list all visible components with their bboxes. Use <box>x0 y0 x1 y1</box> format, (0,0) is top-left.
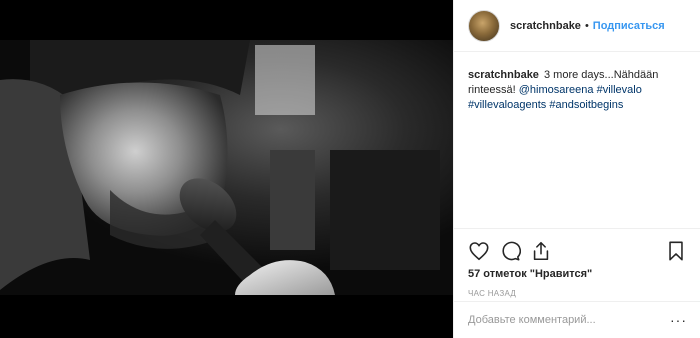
post-timestamp[interactable]: час назад <box>468 289 687 298</box>
post-media[interactable] <box>0 0 453 338</box>
heart-icon[interactable] <box>468 240 490 262</box>
username-link[interactable]: scratchnbake <box>510 20 581 32</box>
post-photo <box>0 0 453 338</box>
separator-dot: • <box>584 19 589 32</box>
action-icons <box>468 236 687 266</box>
caption-hashtag[interactable]: #andsoitbegins <box>549 99 623 111</box>
caption-username[interactable]: scratchnbake <box>468 69 539 81</box>
instagram-post: scratchnbake • Подписаться scratchnbake … <box>0 0 700 338</box>
post-actions: 57 отметок "Нравится" час назад <box>454 228 700 298</box>
caption-hashtag[interactable]: #villevaloagents <box>468 99 546 111</box>
more-options-icon[interactable]: ··· <box>670 313 687 327</box>
comment-icon[interactable] <box>499 240 521 262</box>
likes-count[interactable]: 57 отметок "Нравится" <box>468 268 687 280</box>
comment-bar: ··· <box>454 301 700 338</box>
caption-mention[interactable]: @himosareena <box>519 84 594 96</box>
bookmark-icon[interactable] <box>665 240 687 262</box>
share-icon[interactable] <box>530 240 552 262</box>
avatar[interactable] <box>468 9 500 42</box>
comment-input[interactable] <box>468 314 658 326</box>
follow-button[interactable]: Подписаться <box>593 20 665 32</box>
post-sidebar: scratchnbake • Подписаться scratchnbake … <box>453 0 700 338</box>
post-header: scratchnbake • Подписаться <box>454 0 700 52</box>
caption-hashtag[interactable]: #villevalo <box>597 84 642 96</box>
post-caption: scratchnbake 3 more days...Nähdään rinte… <box>454 52 700 227</box>
